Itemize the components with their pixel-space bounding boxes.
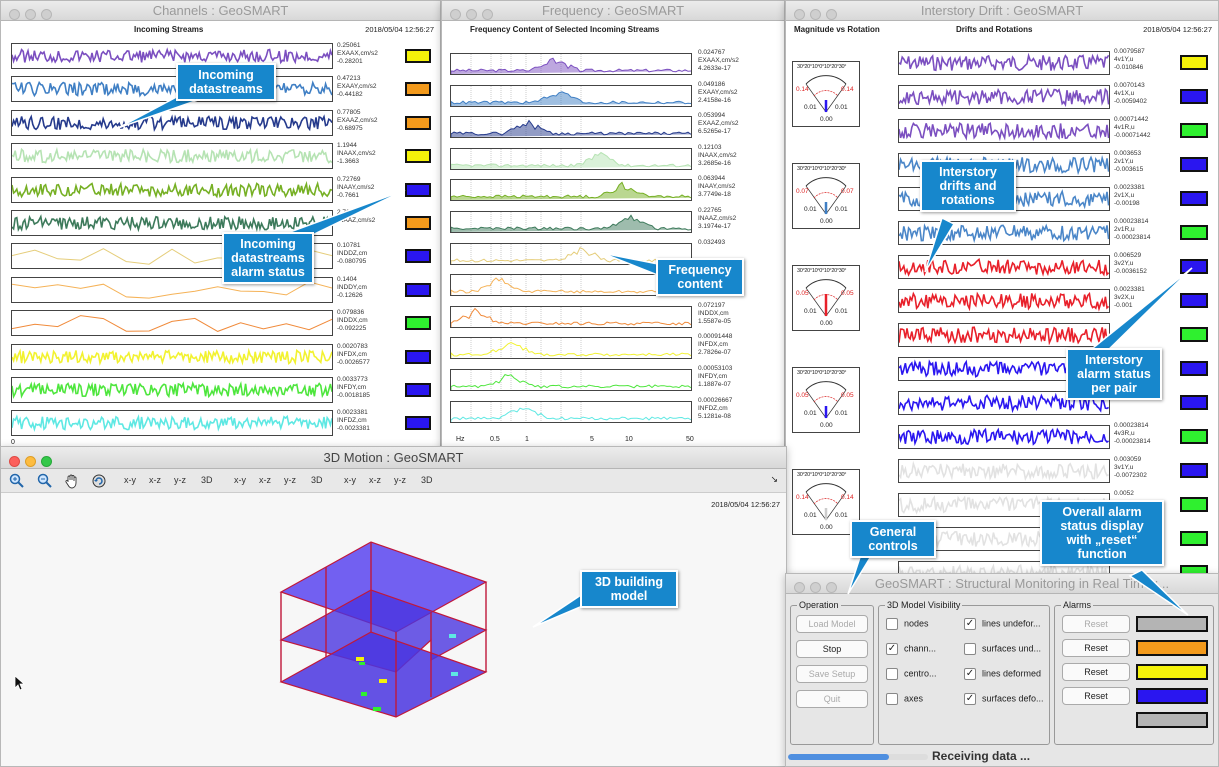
pointer-frequency <box>601 252 661 278</box>
callout-overall: Overall alarm status display with „reset… <box>1040 500 1164 566</box>
callout-drifts: Interstory drifts and rotations <box>920 160 1016 212</box>
callout-incoming: Incoming datastreams <box>176 63 276 101</box>
callout-pointers <box>117 91 1193 628</box>
pointer-overall <box>1128 569 1189 616</box>
callout-interstory-alarm: Interstory alarm status per pair <box>1066 348 1162 400</box>
pointer-interstory-alarm <box>1086 267 1193 359</box>
pointer-drifts <box>924 216 956 273</box>
callout-building: 3D building model <box>580 570 678 608</box>
callout-general: General controls <box>850 520 936 558</box>
callout-alarm-status: Incoming datastreams alarm status <box>222 232 314 284</box>
callout-frequency: Frequency content <box>656 258 744 296</box>
